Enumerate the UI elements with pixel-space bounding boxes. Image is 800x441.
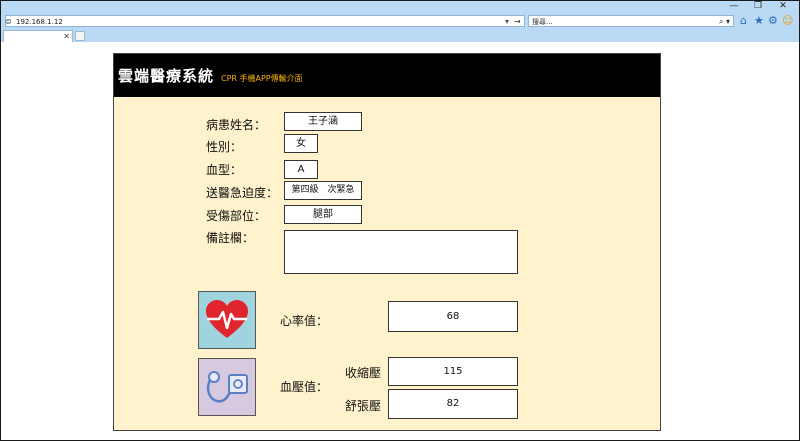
diastolic-label: 舒張壓 <box>345 399 382 413</box>
blood-type-field[interactable]: A <box>284 160 318 179</box>
tab-close-icon[interactable]: ✕ <box>63 31 70 42</box>
favorites-star-icon[interactable]: ★ <box>754 14 764 28</box>
address-bar[interactable]: ⊜ 192.168.1.12 ▾ → <box>5 15 525 27</box>
go-arrow-icon[interactable]: → <box>514 16 521 28</box>
app-panel: 雲端醫療系統 CPR 手機APP傳輸介面 病患姓名： 王子涵 性別： 女 血型：… <box>113 53 661 431</box>
blood-pressure-icon <box>198 358 256 416</box>
browser-tab[interactable]: ✕ <box>3 30 73 42</box>
urgency-label: 送醫急迫度： <box>206 186 279 200</box>
systolic-label: 收縮壓 <box>345 366 382 380</box>
heart-rate-label: 心率值： <box>280 314 329 328</box>
app-header: 雲端醫療系統 CPR 手機APP傳輸介面 <box>114 54 660 97</box>
app-title: 雲端醫療系統 <box>118 67 215 85</box>
injury-label: 受傷部位： <box>206 209 267 223</box>
notes-field[interactable] <box>284 230 518 274</box>
smiley-feedback-icon[interactable]: ☺ <box>782 14 793 28</box>
gender-label: 性別： <box>206 140 243 154</box>
blood-pressure-label: 血壓值： <box>280 380 329 394</box>
patient-name-label: 病患姓名： <box>206 118 267 132</box>
app-subtitle: CPR 手機APP傳輸介面 <box>221 74 303 83</box>
urgency-field[interactable]: 第四級 次緊急 <box>284 181 362 200</box>
tab-row: ✕ <box>1 29 799 42</box>
patient-name-field[interactable]: 王子涵 <box>284 112 362 131</box>
minimize-button[interactable]: — <box>727 1 741 12</box>
close-button[interactable]: ✕ <box>776 1 790 12</box>
search-icon[interactable]: ⌕ ▾ <box>719 16 730 28</box>
search-box[interactable]: 搜尋... ⌕ ▾ <box>528 15 734 27</box>
notes-label: 備註欄： <box>206 231 255 245</box>
new-tab-button[interactable] <box>75 31 85 41</box>
blood-type-label: 血型： <box>206 163 243 177</box>
systolic-field[interactable]: 115 <box>388 357 518 386</box>
address-text: 192.168.1.12 <box>16 18 63 26</box>
search-placeholder: 搜尋... <box>532 18 553 26</box>
heart-rate-icon <box>198 291 256 349</box>
injury-field[interactable]: 腿部 <box>284 205 362 224</box>
home-icon[interactable]: ⌂ <box>740 14 747 28</box>
address-row: ⊜ 192.168.1.12 ▾ → 搜尋... ⌕ ▾ ⌂ ★ ⚙ ☺ <box>1 13 799 29</box>
restore-button[interactable]: ❐ <box>751 1 765 12</box>
page-icon: ⊜ <box>5 17 12 26</box>
dropdown-icon[interactable]: ▾ <box>505 16 509 28</box>
heart-rate-field[interactable]: 68 <box>388 301 518 332</box>
gender-field[interactable]: 女 <box>284 134 318 153</box>
diastolic-field[interactable]: 82 <box>388 389 518 419</box>
settings-gear-icon[interactable]: ⚙ <box>768 14 778 28</box>
title-bar: — ❐ ✕ <box>1 1 799 13</box>
